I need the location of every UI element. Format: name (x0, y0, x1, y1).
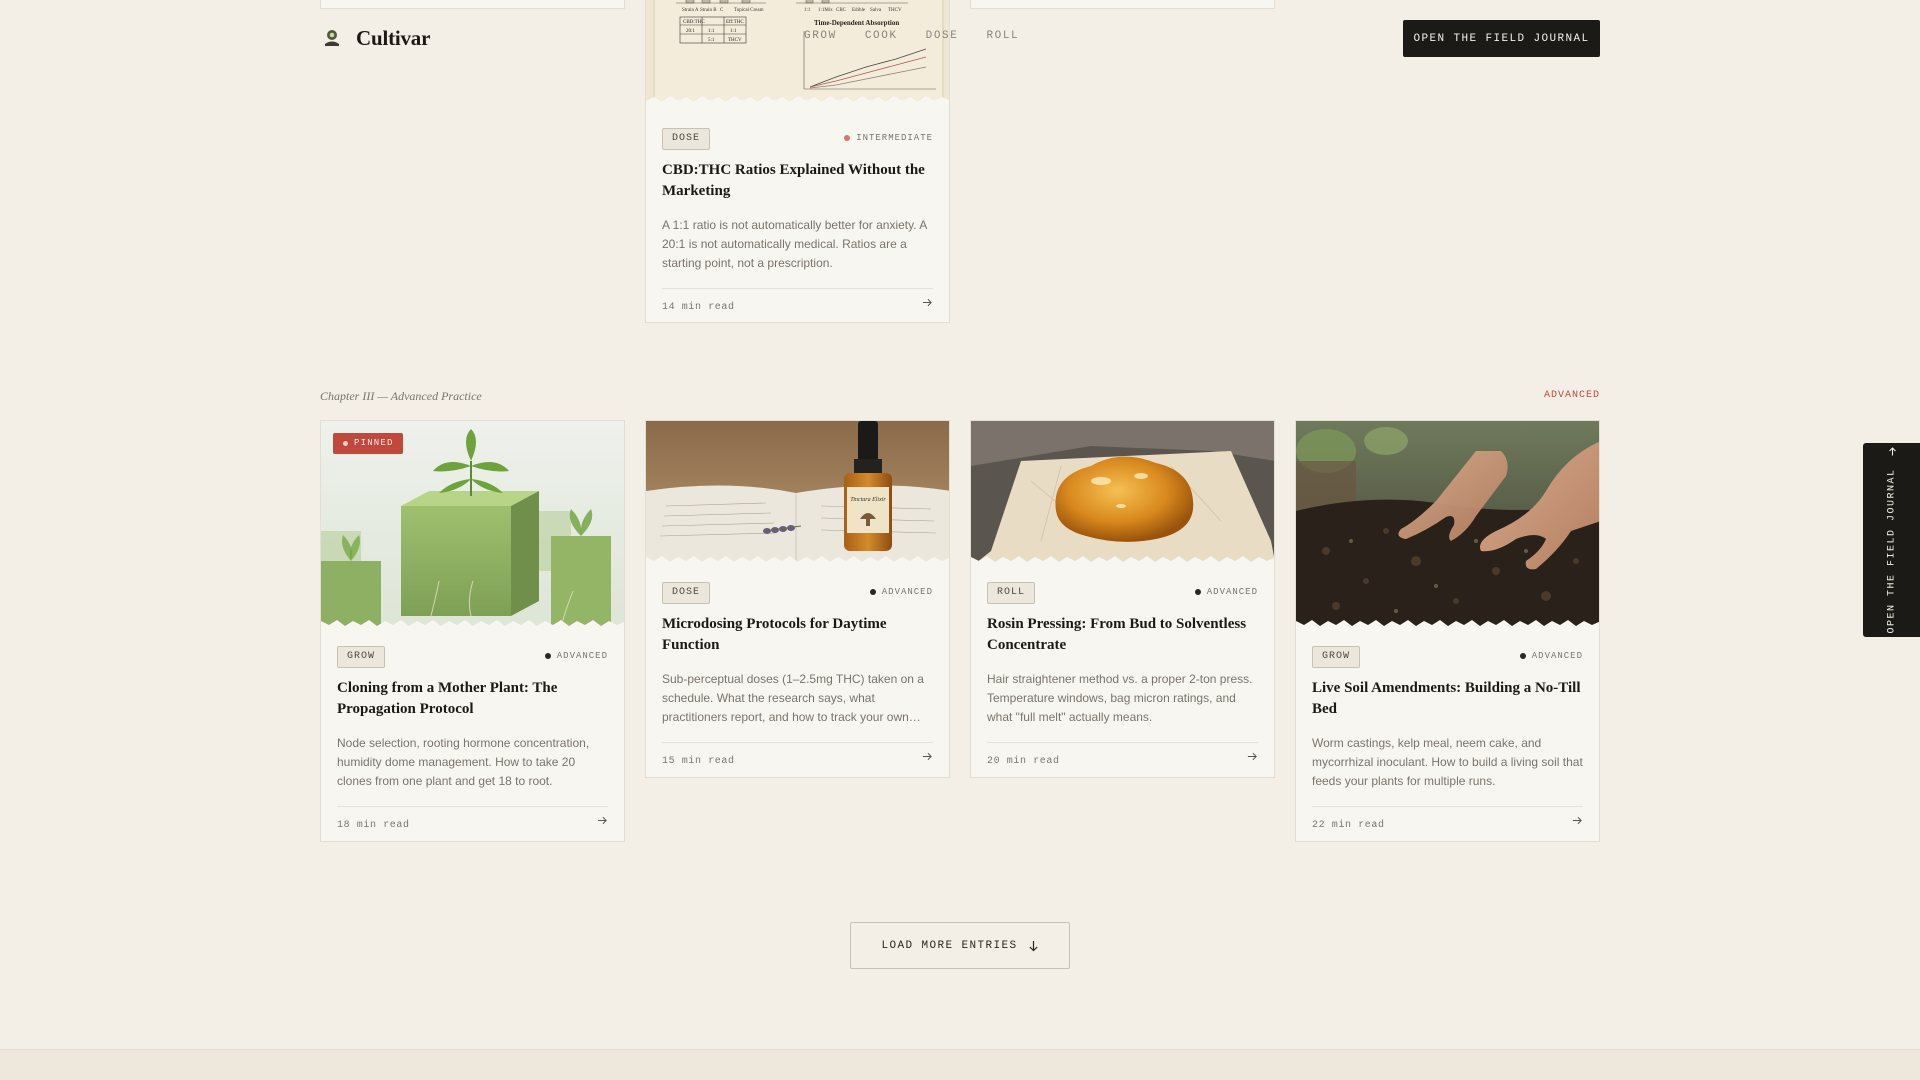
nav-roll[interactable]: ROLL (986, 30, 1019, 42)
arrow-right-icon[interactable] (1247, 751, 1258, 762)
card-title[interactable]: CBD:THC Ratios Explained Without the Mar… (662, 160, 933, 202)
brand-name: Cultivar (356, 25, 431, 50)
arrow-down-icon (1028, 940, 1038, 951)
card-image-rosin (971, 421, 1274, 567)
card-footer: 20 min read (987, 742, 1258, 767)
level-label: ADVANCED (1206, 587, 1258, 597)
cultivar-logo-icon (325, 30, 339, 46)
card-description: A 1:1 ratio is not automatically better … (662, 218, 927, 270)
level-dot-icon (1519, 653, 1526, 659)
level-dot-icon (869, 589, 876, 595)
level-dot-icon (844, 135, 851, 141)
category-badge[interactable]: GROW (1312, 646, 1361, 668)
level-label: ADVANCED (881, 587, 933, 597)
level-dot-icon (544, 653, 551, 659)
card-description: Hair straightener method vs. a proper 2-… (987, 672, 1253, 724)
level-indicator: ADVANCED (869, 587, 933, 597)
level-label: ADVANCED (1531, 651, 1583, 661)
nav-dose[interactable]: DOSE (926, 30, 959, 42)
read-time: 14 min read (662, 302, 735, 313)
side-tab-label-wrap: OPEN THE FIELD JOURNAL (1886, 446, 1897, 634)
pin-dot-icon (343, 441, 348, 446)
pinned-label: PINNED (354, 438, 394, 448)
read-time: 15 min read (662, 756, 735, 767)
brand-logo[interactable]: Cultivar (320, 22, 430, 54)
field-journal-side-tab[interactable]: OPEN THE FIELD JOURNAL (1863, 443, 1920, 637)
pinned-badge: PINNED (333, 433, 403, 454)
category-badge[interactable]: GROW (337, 646, 386, 668)
level-label: ADVANCED (556, 651, 608, 661)
card-description: Node selection, rooting hormone concentr… (337, 736, 590, 788)
nav-grow[interactable]: GROW (804, 30, 837, 42)
article-card-rosin-pressing[interactable]: ROLL ADVANCED Rosin Pressing: From Bud t… (970, 420, 1275, 778)
card-title[interactable]: Cloning from a Mother Plant: The Propaga… (337, 678, 608, 720)
bottle-label: Tinctura Elixir (850, 497, 886, 503)
read-time: 20 min read (987, 756, 1060, 767)
chapter-tag: ADVANCED (1543, 390, 1600, 401)
card-title[interactable]: Live Soil Amendments: Building a No-Till… (1312, 678, 1583, 720)
open-field-journal-button[interactable]: OPEN THE FIELD JOURNAL (1403, 20, 1600, 57)
card-image-soil (1296, 421, 1599, 631)
card-image-tincture: Tinctura Elixir (646, 421, 949, 567)
card-footer: 18 min read (337, 806, 608, 831)
level-dot-icon (1194, 589, 1201, 595)
arrow-right-icon (1888, 447, 1895, 456)
arrow-right-icon[interactable] (922, 297, 933, 308)
category-badge[interactable]: DOSE (662, 582, 711, 604)
level-indicator: ADVANCED (1194, 587, 1258, 597)
card-footer: 22 min read (1312, 806, 1583, 831)
arrow-right-icon[interactable] (597, 815, 608, 826)
load-more-label: LOAD MORE ENTRIES (881, 939, 1018, 952)
level-indicator: ADVANCED (544, 651, 608, 661)
level-indicator: ADVANCED (1519, 651, 1583, 661)
main-nav: GROW COOK DOSE ROLL (804, 30, 1047, 42)
level-indicator: INTERMEDIATE (844, 133, 933, 143)
site-header: Cultivar GROW COOK DOSE ROLL OPEN THE FI… (0, 0, 1920, 78)
card-footer: 15 min read (662, 742, 933, 767)
read-time: 18 min read (337, 820, 410, 831)
card-title[interactable]: Rosin Pressing: From Bud to Solventless … (987, 614, 1258, 656)
card-footer: 14 min read (662, 288, 933, 313)
article-card-cloning[interactable]: PINNED GROW ADVANCED Cloning from a Moth… (320, 420, 625, 842)
card-title[interactable]: Microdosing Protocols for Daytime Functi… (662, 614, 933, 656)
card-description: Sub-perceptual doses (1–2.5mg THC) taken… (662, 672, 924, 724)
side-tab-label: OPEN THE FIELD JOURNAL (1886, 468, 1897, 634)
article-card-live-soil[interactable]: GROW ADVANCED Live Soil Amendments: Buil… (1295, 420, 1600, 842)
arrow-right-icon[interactable] (1572, 815, 1583, 826)
arrow-right-icon[interactable] (922, 751, 933, 762)
footer (0, 1049, 1920, 1080)
load-more-button[interactable]: LOAD MORE ENTRIES (850, 922, 1070, 969)
category-badge[interactable]: ROLL (987, 582, 1036, 604)
article-card-microdosing[interactable]: Tinctura Elixir DOSE ADVANCED Microdosin… (645, 420, 950, 778)
level-label: INTERMEDIATE (856, 133, 933, 143)
card-description: Worm castings, kelp meal, neem cake, and… (1312, 736, 1583, 788)
category-badge[interactable]: DOSE (662, 128, 711, 150)
chapter-label: Chapter III — Advanced Practice (320, 389, 482, 403)
nav-cook[interactable]: COOK (865, 30, 898, 42)
read-time: 22 min read (1312, 820, 1385, 831)
